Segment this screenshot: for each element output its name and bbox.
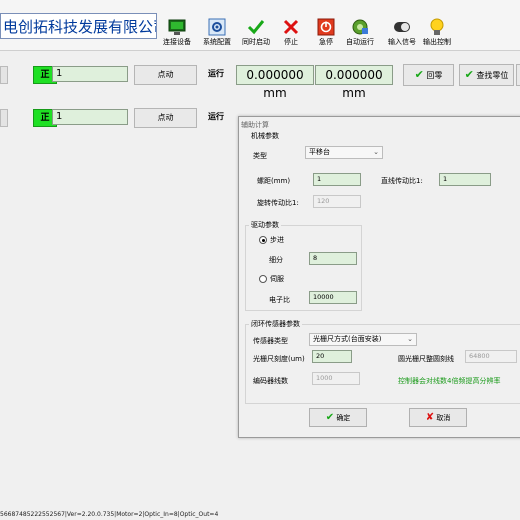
check-icon: ✔ (464, 68, 474, 81)
drive-group-title: 驱动参数 (249, 220, 281, 230)
servo-label: 伺服 (270, 275, 284, 283)
more-button[interactable] (516, 64, 520, 86)
linear-ratio-label: 直线传动比1: (381, 177, 423, 185)
start-check-icon (247, 18, 265, 36)
sensor-type-select[interactable]: 光栅尺方式(台面安装) ⌄ (309, 333, 417, 346)
start-all-label: 同时启动 (242, 38, 270, 46)
run-button[interactable]: 运行 (203, 108, 229, 128)
sensor-type-label: 传感器类型 (253, 337, 288, 345)
status-bar: 56687485222552567|Ver=2.20.0.735|Motor=2… (0, 511, 219, 518)
auto-run-button[interactable]: 自动运行 (341, 18, 379, 50)
stop-x-icon (282, 18, 300, 36)
toolbar: 电创拓科技发展有限公司 连接设备 系统配置 同时启动 停止 急停 自动运行 输入… (0, 0, 520, 51)
find-zero-button[interactable]: ✔ 查找零位 (459, 64, 514, 86)
calc-dialog: 辅助计算 机械参数 类型 平移台 ⌄ 螺距(mm) 1 直线传动比1: 1 旋转… (238, 116, 520, 438)
home-label: 回零 (426, 71, 443, 80)
connect-device-icon (168, 18, 186, 36)
pitch-input[interactable]: 1 (313, 173, 361, 186)
input-signal-button[interactable]: 输入信号 (383, 18, 421, 50)
connect-device-button[interactable]: 连接设备 (158, 18, 196, 50)
jog-button[interactable]: 点动 (134, 65, 197, 85)
encoder-label: 编码器线数 (253, 377, 288, 385)
step-input[interactable]: 1 (52, 66, 128, 82)
dialog-title: 辅助计算 (241, 121, 269, 129)
emergency-stop-label: 急停 (319, 38, 333, 46)
output-control-button[interactable]: 输出控制 (418, 18, 456, 50)
sensor-type-value: 光栅尺方式(台面安装) (313, 335, 382, 343)
position-readout-1: 0.000000 mm (236, 65, 314, 100)
stepper-label: 步进 (270, 236, 284, 244)
encoder-input[interactable]: 1000 (312, 372, 360, 385)
output-control-label: 输出控制 (423, 38, 451, 46)
cancel-button[interactable]: ✘ 取消 (409, 408, 467, 427)
closed-loop-title: 闭环传感器参数 (249, 319, 302, 329)
close-icon: ✘ (425, 412, 435, 423)
chevron-down-icon: ⌄ (373, 148, 379, 156)
stop-label: 停止 (284, 38, 298, 46)
axis-row-1: 正 1 点动 运行 0.000000 mm 0.000000 mm ✔ 回零 ✔… (0, 63, 520, 100)
input-signal-icon (393, 18, 411, 36)
home-button[interactable]: ✔ 回零 (403, 64, 454, 86)
linear-ratio-input[interactable]: 1 (439, 173, 491, 186)
stop-button[interactable]: 停止 (272, 18, 310, 50)
circular-grating-input[interactable]: 64800 (465, 350, 517, 363)
chevron-down-icon: ⌄ (407, 335, 413, 343)
connect-device-label: 连接设备 (163, 38, 191, 46)
type-label: 类型 (253, 152, 267, 160)
auto-run-icon (351, 18, 369, 36)
start-all-button[interactable]: 同时启动 (237, 18, 275, 50)
check-icon: ✔ (325, 412, 335, 423)
servo-radio[interactable] (259, 275, 267, 283)
axis-select-box[interactable] (0, 66, 8, 84)
system-config-label: 系统配置 (203, 38, 231, 46)
axis-select-box[interactable] (0, 109, 8, 127)
cancel-label: 取消 (436, 414, 451, 422)
egear-label: 电子比 (269, 296, 290, 304)
input-signal-label: 输入信号 (388, 38, 416, 46)
check-icon: ✔ (414, 68, 424, 81)
run-button[interactable]: 运行 (203, 65, 229, 85)
lightbulb-icon (428, 18, 446, 36)
subdiv-input[interactable]: 8 (309, 252, 357, 265)
type-select[interactable]: 平移台 ⌄ (305, 146, 383, 159)
emergency-stop-icon (317, 18, 335, 36)
mech-group-title: 机械参数 (249, 131, 281, 141)
circular-grating-label: 圆光栅尺整圆刻线 (398, 355, 454, 363)
emergency-stop-button[interactable]: 急停 (307, 18, 345, 50)
step-input[interactable]: 1 (52, 109, 128, 125)
ok-label: 确定 (336, 414, 351, 422)
grating-label: 光栅尺刻度(um) (253, 355, 305, 363)
ok-button[interactable]: ✔ 确定 (309, 408, 367, 427)
rot-ratio-label: 旋转传动比1: (257, 199, 299, 207)
auto-run-label: 自动运行 (346, 38, 374, 46)
position-readout-2: 0.000000 mm (315, 65, 393, 100)
encoder-note: 控制器会对线数4倍频提高分辨率 (398, 377, 501, 385)
grating-input[interactable]: 20 (312, 350, 352, 363)
subdiv-label: 细分 (269, 256, 283, 264)
system-config-icon (208, 18, 226, 36)
jog-button[interactable]: 点动 (134, 108, 197, 128)
egear-input[interactable]: 10000 (309, 291, 357, 304)
pitch-label: 螺距(mm) (257, 177, 291, 185)
type-value: 平移台 (309, 148, 330, 156)
company-name: 电创拓科技发展有限公司 (0, 13, 157, 39)
system-config-button[interactable]: 系统配置 (198, 18, 236, 50)
stepper-radio[interactable] (259, 236, 267, 244)
find-zero-label: 查找零位 (476, 71, 509, 80)
rot-ratio-input[interactable]: 120 (313, 195, 361, 208)
